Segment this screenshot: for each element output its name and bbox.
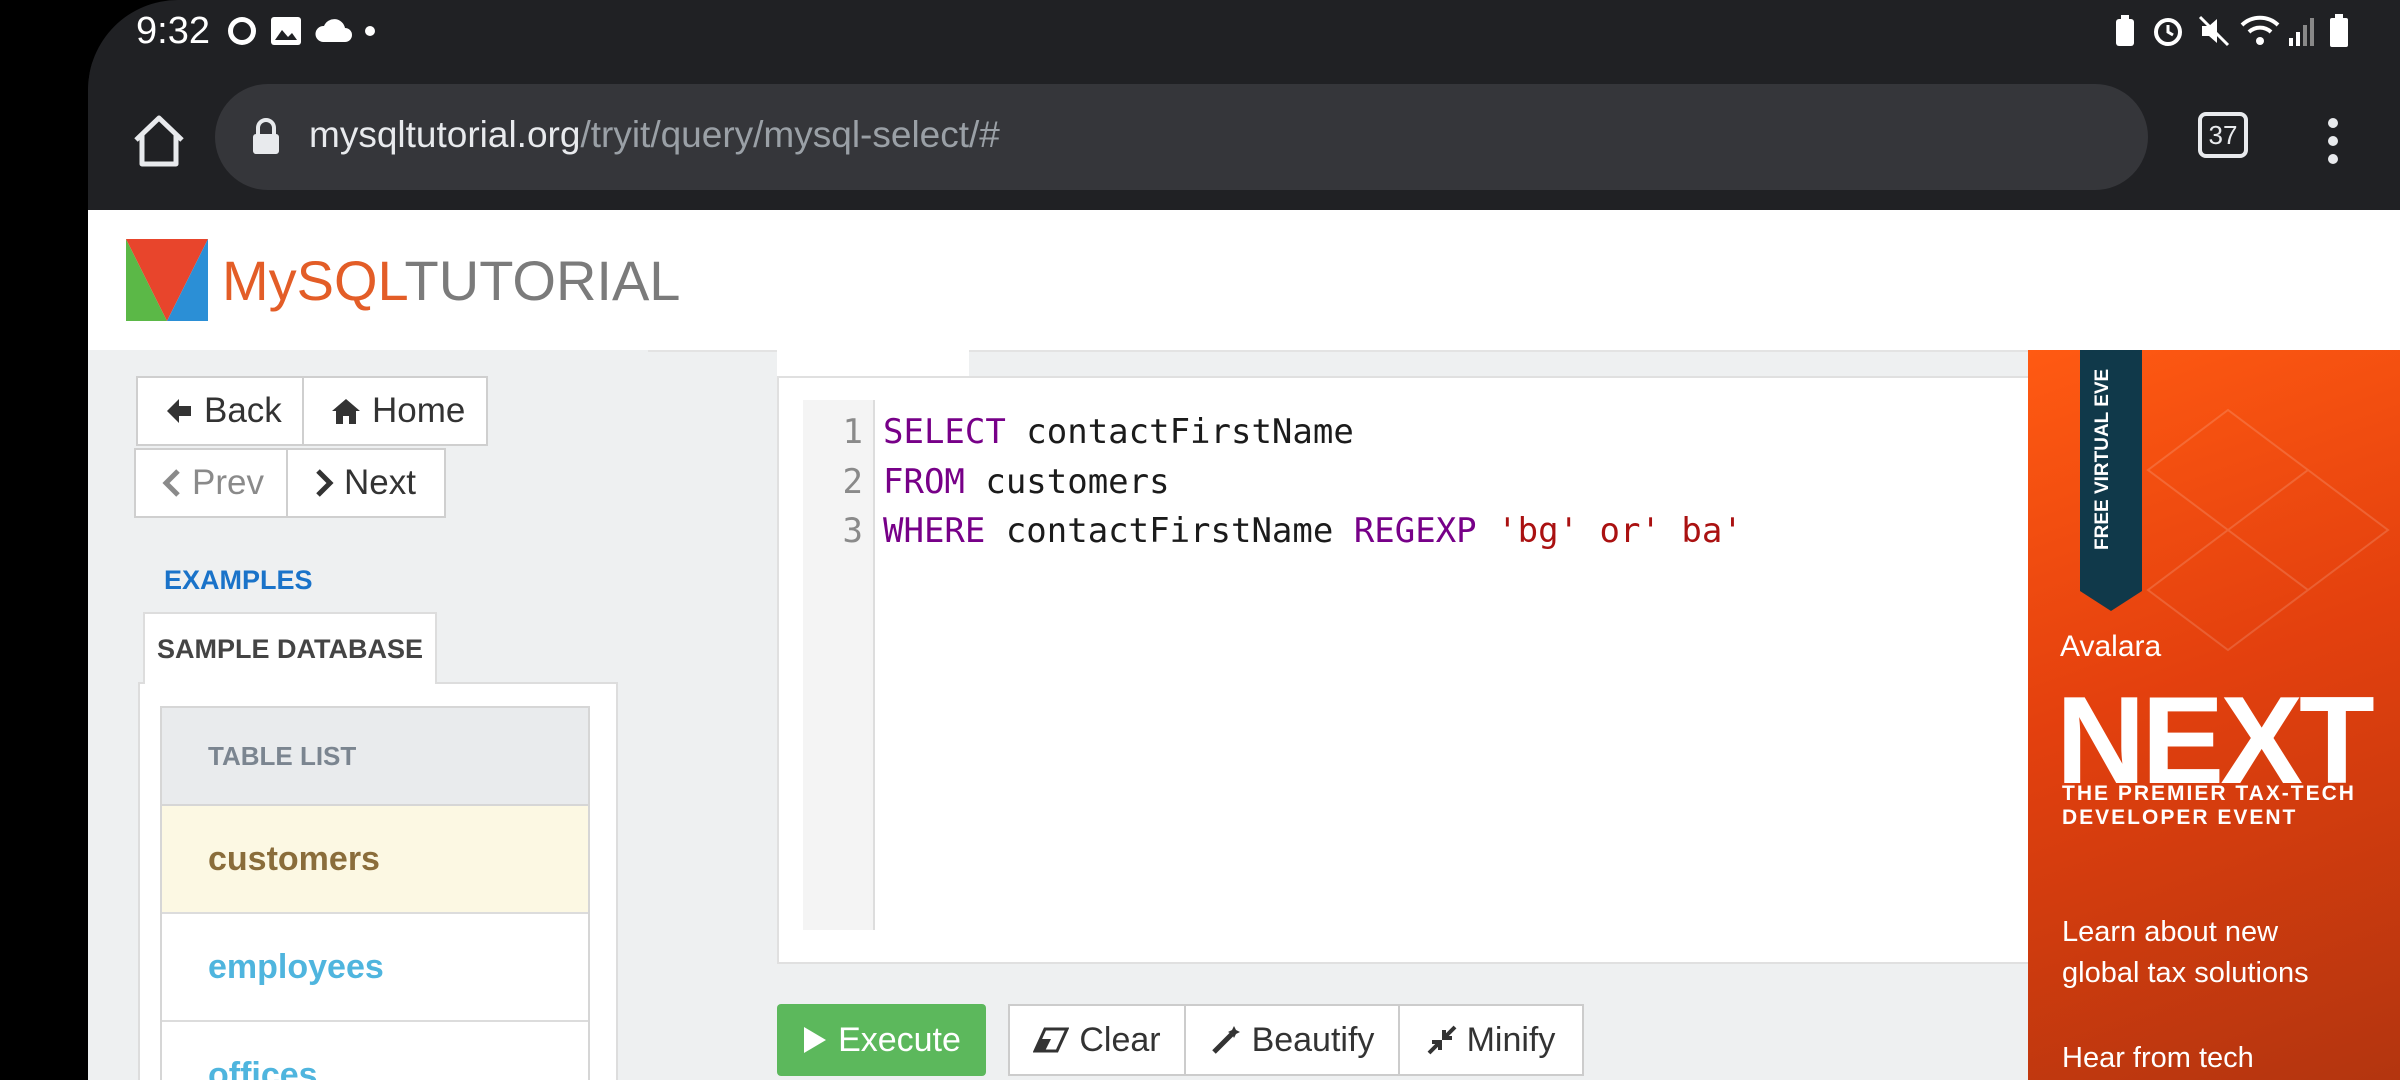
execute-label: Execute: [838, 1020, 961, 1059]
sql-keyword: REGEXP: [1353, 511, 1477, 551]
line-number: 2: [842, 462, 863, 502]
chevron-right-icon: [314, 469, 334, 497]
code-line-1: SELECT contactFirstName: [883, 412, 1354, 452]
more-menu-icon[interactable]: [2318, 106, 2348, 176]
compress-icon: [1427, 1025, 1457, 1055]
lock-icon: [251, 118, 281, 161]
clock: 9:32: [136, 10, 210, 52]
chevron-left-icon: [162, 469, 182, 497]
tab-sample-database[interactable]: SAMPLE DATABASE: [143, 612, 437, 684]
logo-text-tutorial: TUTORIAL: [404, 248, 681, 312]
minify-label: Minify: [1466, 1020, 1556, 1059]
home-small-icon: [330, 397, 362, 425]
home-icon[interactable]: [124, 106, 194, 176]
ad-subtitle-2: DEVELOPER EVENT: [2062, 806, 2298, 829]
ad-line-2: global tax solutions: [2062, 957, 2309, 989]
sql-keyword: WHERE: [883, 511, 986, 551]
back-label: Back: [204, 391, 282, 430]
prev-button[interactable]: Prev: [134, 448, 288, 518]
magic-wand-icon: [1210, 1024, 1242, 1056]
ad-subtitle-1: THE PREMIER TAX-TECH: [2062, 782, 2356, 805]
beautify-button[interactable]: Beautify: [1184, 1004, 1400, 1076]
sql-text: contactFirstName: [1005, 412, 1354, 452]
sql-text: contactFirstName: [985, 511, 1354, 551]
whatsapp-icon: [224, 14, 260, 48]
prev-label: Prev: [192, 463, 264, 502]
web-page: MySQLTUTORIAL Back Home Prev Next EXAMPL…: [88, 210, 2400, 1080]
logo-text-my: MySQL: [222, 248, 405, 312]
eraser-icon: [1033, 1027, 1070, 1053]
clear-button[interactable]: Clear: [1008, 1004, 1186, 1076]
url-path: /tryit/query/mysql-select/#: [580, 114, 1000, 155]
line-number: 1: [842, 412, 863, 452]
sidebar: Back Home Prev Next EXAMPLES SAMPLE DATA…: [88, 350, 648, 1080]
image-icon: [268, 14, 304, 48]
status-bar: 9:32: [88, 0, 2400, 62]
play-icon: [802, 1025, 828, 1055]
battery-icon: [2326, 14, 2352, 48]
sql-string: 'bg' or' ba': [1476, 511, 1743, 551]
table-list: TABLE LIST customers employees offices: [160, 706, 590, 1080]
clear-label: Clear: [1079, 1020, 1161, 1059]
table-list-header: TABLE LIST: [162, 708, 588, 806]
query-editor-area: 1 2 3 SELECT contactFirstName FROM custo…: [688, 350, 2083, 1080]
home-button[interactable]: Home: [302, 376, 488, 446]
code-line-2: FROM customers: [883, 462, 1170, 502]
editor-tab[interactable]: [777, 350, 969, 378]
alarm-icon: [2148, 14, 2188, 48]
ad-brand: Avalara: [2060, 630, 2162, 663]
logo-mark-icon: [126, 239, 208, 321]
tab-switcher-button[interactable]: 37: [2198, 112, 2248, 158]
phone-screen: 9:32 mysqltutorial.org/tryit/query/mysql…: [88, 0, 2400, 1080]
home-label: Home: [372, 391, 466, 430]
line-number: 3: [842, 511, 863, 551]
ad-line-3: Hear from tech: [2062, 1042, 2254, 1074]
back-button[interactable]: Back: [136, 376, 304, 446]
url-bar[interactable]: mysqltutorial.org/tryit/query/mysql-sele…: [215, 84, 2148, 190]
beautify-label: Beautify: [1251, 1020, 1375, 1059]
next-label: Next: [344, 463, 416, 502]
table-item-offices[interactable]: offices: [162, 1022, 588, 1080]
ad-ribbon-text: FREE VIRTUAL EVE: [2092, 368, 2113, 550]
ad-line-1: Learn about new: [2062, 916, 2279, 948]
mute-icon: [2194, 14, 2234, 48]
arrow-left-icon: [164, 396, 194, 426]
minify-button[interactable]: Minify: [1398, 1004, 1584, 1076]
sql-keyword: SELECT: [883, 412, 1006, 452]
code-line-3: WHERE contactFirstName REGEXP 'bg' or' b…: [883, 511, 1743, 551]
notification-dot-icon: [360, 14, 380, 48]
site-logo[interactable]: MySQLTUTORIAL: [126, 238, 680, 322]
sql-editor[interactable]: 1 2 3 SELECT contactFirstName FROM custo…: [777, 376, 2067, 964]
wifi-icon: [2238, 14, 2282, 48]
logo-text: MySQLTUTORIAL: [222, 248, 680, 313]
advertisement[interactable]: FREE VIRTUAL EVE Avalara NEXT THE PREMIE…: [2028, 350, 2400, 1080]
browser-toolbar: mysqltutorial.org/tryit/query/mysql-sele…: [88, 62, 2400, 210]
url-text: mysqltutorial.org/tryit/query/mysql-sele…: [309, 114, 1000, 156]
sql-text: customers: [964, 462, 1170, 502]
site-header: MySQLTUTORIAL: [88, 210, 2400, 352]
code-area[interactable]: 1 2 3 SELECT contactFirstName FROM custo…: [803, 400, 2043, 930]
sql-keyword: FROM: [883, 462, 965, 502]
table-item-customers[interactable]: customers: [162, 806, 588, 914]
url-host: mysqltutorial.org: [309, 114, 581, 155]
line-number-gutter: 1 2 3: [803, 400, 875, 930]
cloud-icon: [314, 14, 354, 48]
examples-link[interactable]: EXAMPLES: [164, 565, 313, 596]
table-item-employees[interactable]: employees: [162, 914, 588, 1022]
signal-icon: [2286, 14, 2316, 48]
battery-saver-icon: [2110, 14, 2140, 48]
execute-button[interactable]: Execute: [777, 1004, 986, 1076]
next-button[interactable]: Next: [286, 448, 446, 518]
